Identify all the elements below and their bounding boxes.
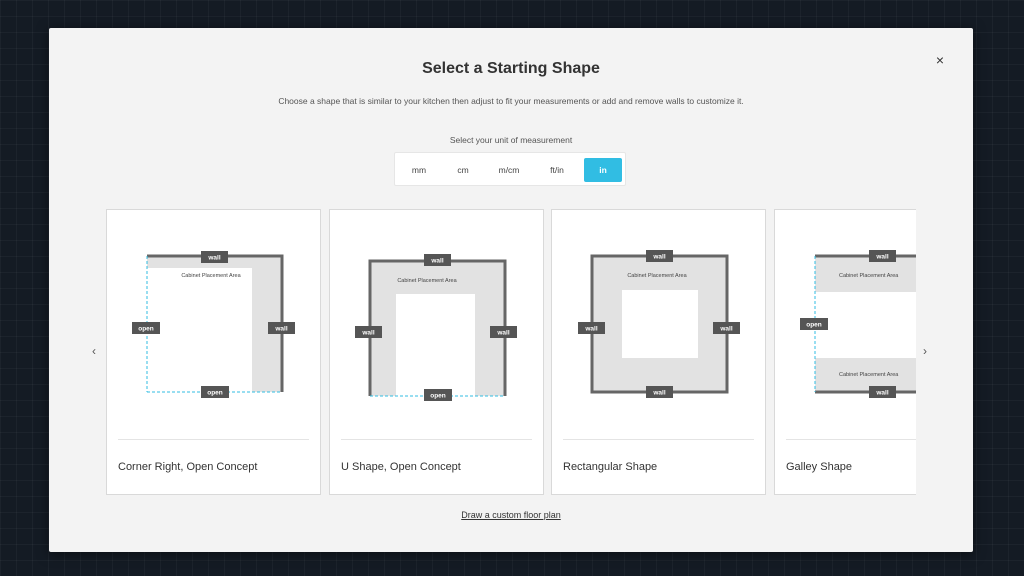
- cabinet-area-label: Cabinet Placement Area: [627, 273, 687, 279]
- wall-tag-label: wall: [875, 390, 888, 397]
- prev-arrow-icon[interactable]: ‹: [88, 344, 100, 358]
- shape-name: Rectangular Shape: [563, 461, 658, 473]
- open-tag-label: open: [138, 326, 154, 333]
- wall-tag-label: wall: [652, 254, 665, 261]
- shape-card-rectangular[interactable]: Cabinet Placement Area wall wall wall wa…: [551, 209, 766, 495]
- next-arrow-icon[interactable]: ›: [919, 344, 931, 358]
- open-tag-label: open: [806, 322, 822, 329]
- u-shape-icon: Cabinet Placement Area wall wall wall op…: [355, 254, 517, 401]
- cabinet-area-label: Cabinet Placement Area: [397, 278, 457, 284]
- wall-tag-label: wall: [430, 258, 443, 265]
- wall-tag-label: wall: [875, 254, 888, 261]
- galley-shape-icon: Cabinet Placement Area Cabinet Placement…: [800, 250, 916, 398]
- cabinet-area-label: Cabinet Placement Area: [839, 273, 899, 279]
- unit-mm-button[interactable]: mm: [401, 158, 437, 182]
- shape-card-galley[interactable]: Cabinet Placement Area Cabinet Placement…: [774, 209, 916, 495]
- corner-right-shape-icon: Cabinet Placement Area wall wall open op…: [132, 251, 295, 398]
- cabinet-area-label: Cabinet Placement Area: [839, 372, 899, 378]
- shape-carousel: Cabinet Placement Area wall wall open op…: [106, 209, 916, 495]
- wall-tag-label: wall: [496, 330, 509, 337]
- wall-tag-label: wall: [719, 326, 732, 333]
- card-divider: [786, 439, 916, 440]
- wall-tag-label: wall: [361, 330, 374, 337]
- rectangular-shape-icon: Cabinet Placement Area wall wall wall wa…: [578, 250, 740, 398]
- cabinet-area-label: Cabinet Placement Area: [181, 273, 241, 279]
- wall-tag-label: wall: [274, 326, 287, 333]
- shape-name: Corner Right, Open Concept: [118, 461, 258, 473]
- card-divider: [563, 439, 754, 440]
- modal-title: Select a Starting Shape: [422, 60, 600, 77]
- wall-tag-label: wall: [652, 390, 665, 397]
- shape-name: U Shape, Open Concept: [341, 461, 461, 473]
- wall-tag-label: wall: [584, 326, 597, 333]
- unit-in-button[interactable]: in: [584, 158, 622, 182]
- card-divider: [118, 439, 309, 440]
- unit-m-cm-button[interactable]: m/cm: [487, 158, 531, 182]
- unit-selector: mm cm m/cm ft/in in: [394, 152, 626, 186]
- open-tag-label: open: [207, 390, 223, 397]
- shape-card-corner-right[interactable]: Cabinet Placement Area wall wall open op…: [106, 209, 321, 495]
- shape-card-u-shape[interactable]: Cabinet Placement Area wall wall wall op…: [329, 209, 544, 495]
- draw-custom-floor-plan-link[interactable]: Draw a custom floor plan: [49, 510, 973, 520]
- wall-tag-label: wall: [207, 255, 220, 262]
- unit-cm-button[interactable]: cm: [445, 158, 481, 182]
- modal-subtitle: Choose a shape that is similar to your k…: [278, 96, 744, 106]
- shape-name: Galley Shape: [786, 461, 853, 473]
- unit-label: Select your unit of measurement: [449, 135, 573, 145]
- card-divider: [341, 439, 532, 440]
- open-tag-label: open: [430, 393, 446, 400]
- unit-ft-in-button[interactable]: ft/in: [535, 158, 579, 182]
